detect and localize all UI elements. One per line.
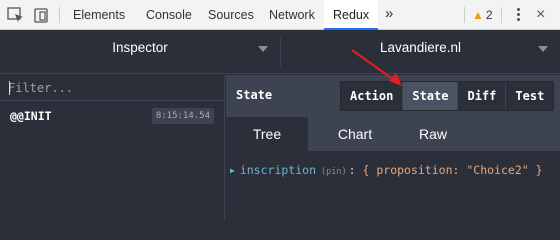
expand-arrow-icon[interactable]: ▶ [230, 166, 235, 175]
inspector-title: State [236, 88, 273, 102]
tab-sources[interactable]: Sources [202, 0, 260, 30]
action-mode-button[interactable]: Action [341, 82, 403, 110]
warning-icon: ▲ [472, 8, 484, 22]
more-tabs-button[interactable]: » [385, 0, 393, 30]
inspector-panel: State Action State Diff Test Tree Chart … [226, 75, 560, 220]
tree-node-colon: : [348, 163, 356, 177]
state-mode-button[interactable]: State [402, 82, 458, 110]
tab-network[interactable]: Network [263, 0, 321, 30]
diff-mode-button[interactable]: Diff [457, 82, 506, 110]
tab-redux[interactable]: Redux [324, 0, 379, 30]
state-tree-node[interactable]: ▶ inscription (pin): { proposition: "Choic… [230, 163, 543, 177]
devtools-tab-bar: Elements Console Sources Network Redux »… [0, 0, 560, 30]
warnings-badge[interactable]: ▲ 2 [472, 0, 493, 30]
tree-node-key: inscription [239, 163, 316, 177]
tab-chart[interactable]: Chart [308, 117, 402, 151]
close-devtools-button[interactable]: × [536, 0, 545, 30]
action-list-item[interactable]: @@INIT 8:15:14.54 [0, 102, 224, 130]
tab-console[interactable]: Console [140, 0, 198, 30]
redux-header: Inspector Lavandiere.nl [0, 30, 560, 74]
device-toolbar-icon[interactable] [31, 6, 51, 24]
toolbar-divider [501, 7, 502, 23]
tree-prop-key: proposition: [376, 163, 460, 177]
tree-close-brace: } [535, 163, 543, 177]
view-tabs: Tree Chart Raw [226, 117, 560, 151]
tree-prop-value: "Choice2" [466, 163, 529, 177]
monitor-select-value: Inspector [112, 40, 168, 55]
tab-raw[interactable]: Raw [402, 117, 464, 151]
toolbar-divider [464, 7, 465, 23]
filter-input[interactable] [8, 79, 218, 97]
tab-tree[interactable]: Tree [226, 117, 308, 151]
text-cursor [9, 81, 10, 95]
action-list-panel: @@INIT 8:15:14.54 [0, 75, 225, 220]
monitor-select[interactable]: Inspector [0, 30, 280, 74]
test-mode-button[interactable]: Test [505, 82, 554, 110]
tree-open-brace: { [362, 163, 370, 177]
chevron-down-icon [538, 46, 548, 52]
mode-button-group: Action State Diff Test [340, 81, 555, 111]
tab-elements[interactable]: Elements [67, 0, 131, 30]
action-timestamp: 8:15:14.54 [151, 108, 214, 124]
tree-node-type: (pin) [321, 167, 347, 177]
instance-select[interactable]: Lavandiere.nl [281, 30, 560, 74]
toolbar-divider [59, 7, 60, 23]
inspector-header: State Action State Diff Test [226, 75, 560, 117]
action-name: @@INIT [10, 109, 52, 123]
inspect-element-icon[interactable] [6, 6, 26, 24]
warnings-count: 2 [485, 8, 493, 22]
instance-select-value: Lavandiere.nl [379, 40, 462, 55]
filter-bar [0, 75, 224, 101]
chevron-down-icon [258, 46, 268, 52]
more-options-icon[interactable] [512, 6, 524, 24]
